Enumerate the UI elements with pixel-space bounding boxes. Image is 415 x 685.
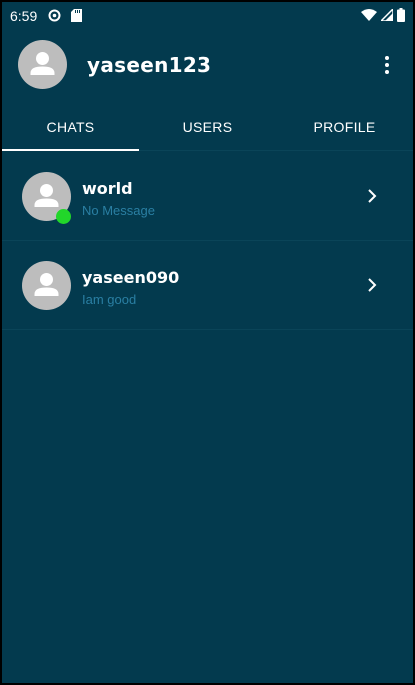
online-status-dot [56,209,71,224]
username-title: yaseen123 [87,53,212,77]
chevron-right-icon [368,278,377,292]
status-bar: 6:59 [2,2,413,28]
tab-bar: CHATS USERS PROFILE [2,104,413,151]
chat-list: world No Message yaseen090 Iam good [2,152,413,330]
avatar [22,261,71,310]
signal-icon [381,9,393,21]
tab-label: PROFILE [313,119,376,135]
battery-icon [397,8,405,22]
sync-icon [48,9,61,22]
tab-users[interactable]: USERS [139,104,276,150]
list-item[interactable]: world No Message [2,152,413,241]
sd-card-icon [71,9,82,22]
tab-chats[interactable]: CHATS [2,104,139,151]
chat-name: yaseen090 [82,268,180,287]
tab-label: USERS [182,119,233,135]
tab-profile[interactable]: PROFILE [276,104,413,150]
chat-last-message: No Message [82,203,155,218]
avatar[interactable] [18,40,67,89]
status-time: 6:59 [10,8,38,24]
chat-last-message: Iam good [82,292,137,307]
tab-label: CHATS [46,119,95,135]
person-icon [30,52,55,75]
more-vert-icon[interactable] [381,54,393,76]
wifi-icon [361,9,377,21]
chat-name: world [82,179,133,198]
app-screen: 6:59 yaseen123 CHATS USERS PROFILE world… [2,2,413,683]
app-header: yaseen123 [2,28,413,104]
chevron-right-icon [368,189,377,203]
active-tab-indicator [2,149,139,151]
person-icon [34,273,59,296]
list-item[interactable]: yaseen090 Iam good [2,241,413,330]
status-icons [361,8,405,22]
